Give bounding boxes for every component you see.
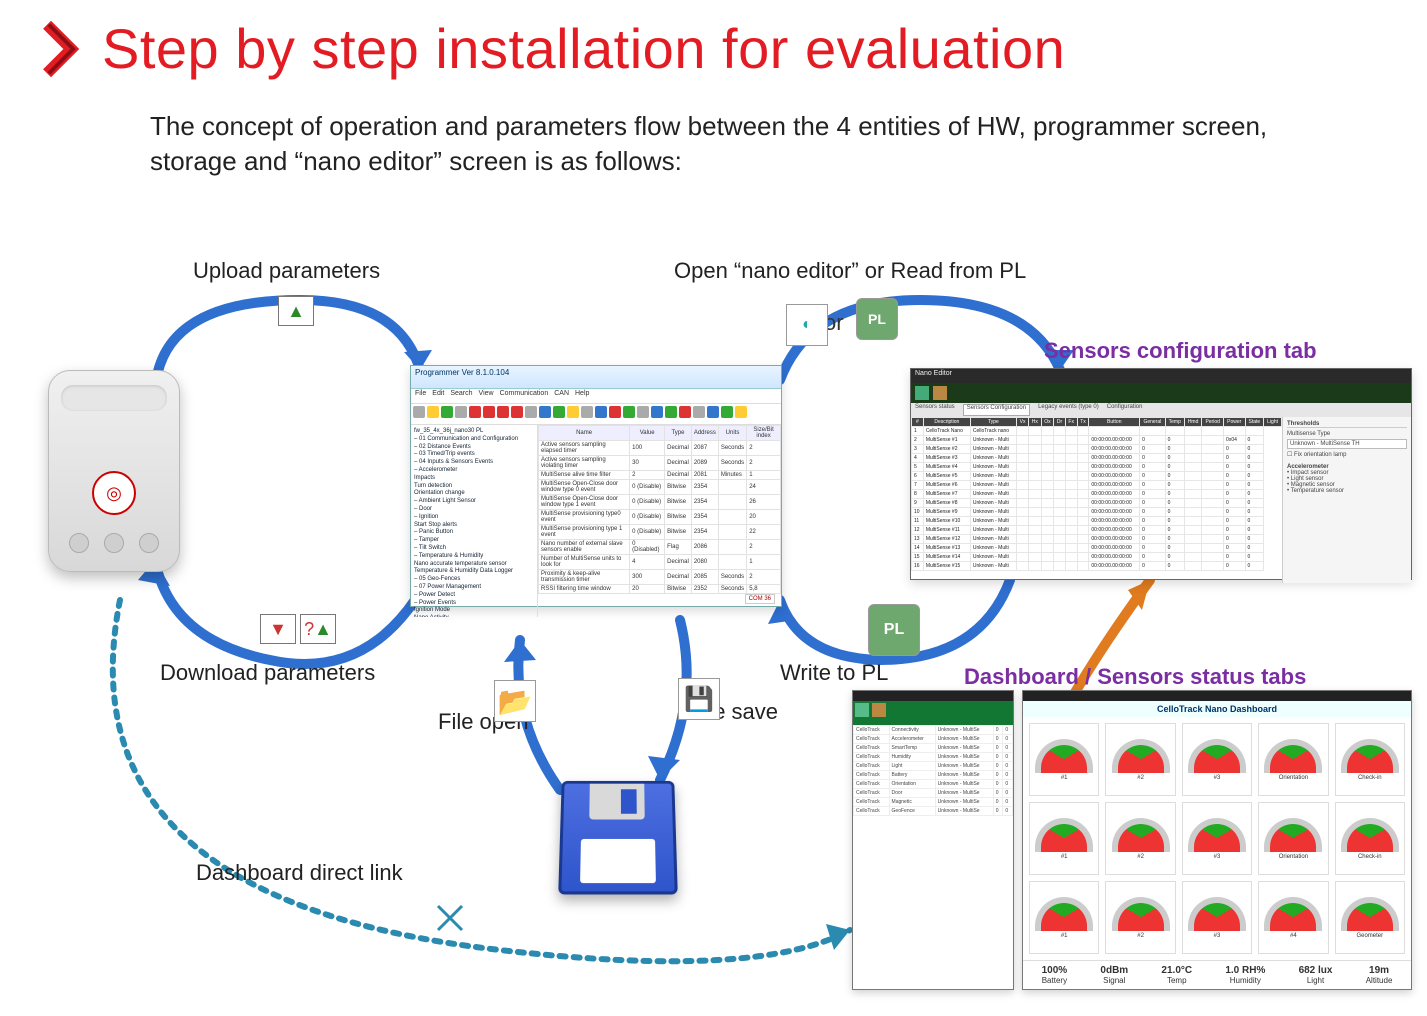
kpi: 1.0 RH%Humidity: [1225, 965, 1265, 985]
sensors-status-window: CelloTrackConnectivityUnknown - MultiSe0…: [852, 690, 1014, 990]
label-open-nano: Open “nano editor” or Read from PL: [674, 258, 1026, 284]
label-dash-tabs: Dashboard / Sensors status tabs: [964, 664, 1306, 690]
kpi: 0dBmSignal: [1100, 965, 1128, 985]
dashboard-title: CelloTrack Nano Dashboard: [1023, 701, 1411, 717]
download-query-icon: ?▲: [300, 614, 336, 644]
gauge: Orientation: [1258, 723, 1328, 796]
programmer-tree: fw_35_4x_36j_nano30 PL– 01 Communication…: [411, 425, 538, 617]
device-logo-icon: ◎: [92, 471, 136, 515]
pl-write-icon: PL: [868, 604, 920, 656]
gauge: #4: [1258, 881, 1328, 954]
gauge: #2: [1105, 802, 1175, 875]
kpi: 100%Battery: [1042, 965, 1068, 985]
label-dash-link: Dashboard direct link: [196, 860, 403, 886]
upload-icon: ▲: [278, 296, 314, 326]
dashboard-windows: CelloTrackConnectivityUnknown - MultiSe0…: [852, 690, 1412, 990]
dashboard-window: CelloTrack Nano Dashboard #1#2#3Orientat…: [1022, 690, 1412, 990]
programmer-window: Programmer Ver 8.1.0.104 FileEditSearchV…: [410, 365, 782, 607]
gauge: #1: [1029, 802, 1099, 875]
hardware-device: ◎: [48, 370, 180, 572]
nano-tabs: Sensors statusSensors ConfigurationLegac…: [911, 403, 1411, 417]
programmer-menu: FileEditSearchViewCommunicationCANHelp: [411, 389, 781, 404]
floppy-icon: [558, 781, 678, 895]
kpi: 682 luxLight: [1299, 965, 1333, 985]
gauge: Geometer: [1335, 881, 1405, 954]
gauge: #2: [1105, 881, 1175, 954]
gauge: #3: [1182, 881, 1252, 954]
gauge: #3: [1182, 802, 1252, 875]
slide-title: Step by step installation for evaluation: [102, 16, 1065, 81]
programmer-status: COM 36: [745, 594, 775, 604]
bullet-text: The concept of operation and parameters …: [150, 109, 1300, 179]
chevron-right-icon: [40, 21, 84, 77]
label-upload: Upload parameters: [193, 258, 380, 284]
gauge: Orientation: [1258, 802, 1328, 875]
programmer-titlebar: Programmer Ver 8.1.0.104: [411, 366, 781, 389]
label-write-pl: Write to PL: [780, 660, 888, 686]
download-icon: ▼: [260, 614, 296, 644]
gauge: Check-in: [1335, 723, 1405, 796]
gauge: #2: [1105, 723, 1175, 796]
pl-read-icon: PL: [856, 298, 898, 340]
programmer-toolbar: [411, 404, 781, 425]
nano-toolbar: [911, 383, 1411, 403]
nano-titlebar: Nano Editor: [911, 369, 1411, 383]
file-save-icon: 💾: [678, 678, 720, 720]
kpi: 21.0°CTemp: [1161, 965, 1192, 985]
label-download: Download parameters: [160, 660, 375, 686]
file-open-icon: 📂: [494, 680, 536, 722]
nano-thresholds-panel: Thresholds Multisense Type Unknown - Mul…: [1282, 417, 1411, 583]
programmer-grid: NameValueTypeAddressUnitsSize/Bit indexA…: [538, 425, 781, 617]
nano-editor-window: Nano Editor Sensors statusSensors Config…: [910, 368, 1412, 580]
gauge: #1: [1029, 881, 1099, 954]
nano-grid: #DescriptionTypeVxHxOxDrFxTxButtonGenera…: [911, 417, 1282, 583]
label-sensors-config: Sensors configuration tab: [1044, 338, 1317, 364]
kpi: 19mAltitude: [1366, 965, 1393, 985]
gauge: Check-in: [1335, 802, 1405, 875]
gauge: #1: [1029, 723, 1099, 796]
gauge: #3: [1182, 723, 1252, 796]
open-icon: ◐: [786, 304, 828, 346]
